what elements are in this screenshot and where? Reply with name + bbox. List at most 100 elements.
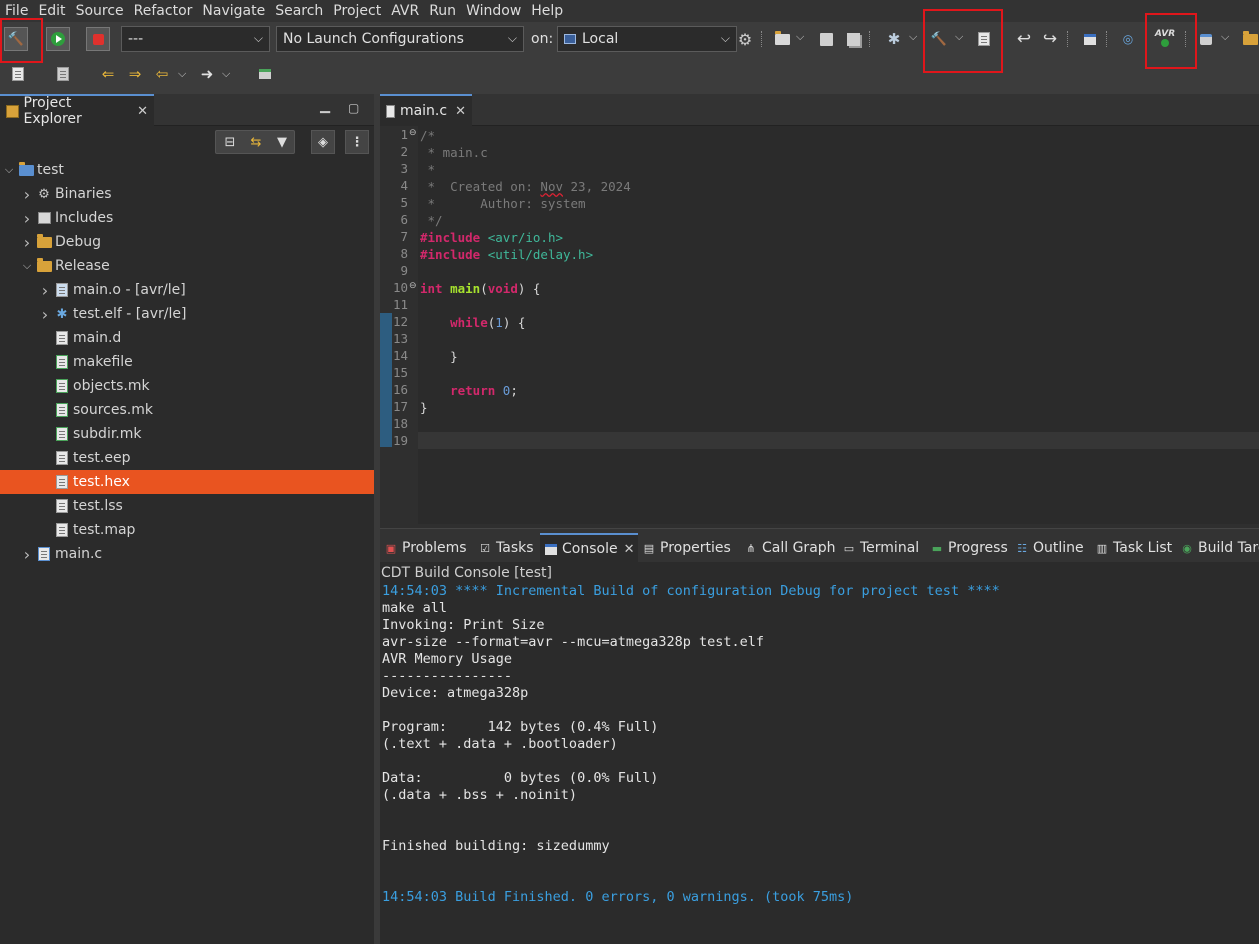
close-icon[interactable]: ✕ — [137, 104, 148, 119]
collapse-all-icon[interactable]: ⊟ — [218, 130, 242, 154]
launch-target-select[interactable]: Local ⌵ — [557, 26, 737, 52]
prev-annotation-icon[interactable]: ⇐ — [96, 62, 120, 86]
tree-item[interactable]: test.hex — [0, 470, 374, 494]
launch-config-select[interactable]: No Launch Configurations ⌵ — [276, 26, 524, 52]
collapsed-chevron-icon[interactable]: › — [20, 545, 34, 564]
save-all-icon[interactable] — [841, 27, 865, 51]
new-folder-icon[interactable] — [770, 27, 794, 51]
gear-icon[interactable]: ⚙ — [733, 27, 757, 51]
console-line: 14:54:03 Build Finished. 0 errors, 0 war… — [382, 889, 854, 905]
menu-window[interactable]: Window — [461, 0, 526, 22]
collapsed-chevron-icon[interactable]: › — [38, 305, 52, 324]
collapsed-chevron-icon[interactable]: › — [20, 209, 34, 228]
tree-item[interactable]: objects.mk — [0, 374, 374, 398]
console-view-icon[interactable] — [1078, 27, 1102, 51]
tree-item[interactable]: ⌵ test — [0, 158, 374, 182]
code-line: return 0; — [420, 382, 518, 399]
tab-problems[interactable]: ▣ Problems — [384, 535, 467, 561]
open-type-icon[interactable] — [1238, 27, 1259, 51]
minimize-icon[interactable]: ▁ — [320, 99, 330, 114]
link-with-editor-icon[interactable]: ⇆ — [244, 130, 268, 154]
tree-item[interactable]: › Includes — [0, 206, 374, 230]
save-icon[interactable] — [814, 27, 838, 51]
open-perspective-icon[interactable] — [253, 62, 277, 86]
tab-console[interactable]: Console ✕ — [540, 533, 639, 563]
close-icon[interactable]: ✕ — [455, 104, 466, 119]
expanded-chevron-icon[interactable]: ⌵ — [2, 163, 16, 177]
project-explorer-view: Project Explorer ✕ ▁ ▢ ⊟ ⇆ ▼ ◈ ⋮ ⌵ test › ⚙… — [0, 94, 374, 944]
back-arrow-icon[interactable]: ⇦ — [150, 62, 174, 86]
console-line: Finished building: sizedummy — [382, 838, 610, 854]
view-menu-icon[interactable]: ⋮ — [345, 130, 369, 154]
menu-navigate[interactable]: Navigate — [197, 0, 270, 22]
menu-refactor[interactable]: Refactor — [129, 0, 198, 22]
tab-callgraph[interactable]: ⋔ Call Graph — [744, 535, 835, 561]
collapsed-chevron-icon[interactable]: › — [20, 185, 34, 204]
chevron-down-icon[interactable]: ⌵ — [909, 30, 917, 44]
filter-icon[interactable]: ▼ — [270, 130, 294, 154]
tab-properties[interactable]: ▤ Properties — [642, 535, 731, 561]
tab-terminal[interactable]: ▭ Terminal — [842, 535, 919, 561]
undo-arrow-icon[interactable]: ↩ — [1012, 27, 1036, 51]
code-area[interactable]: /* * main.c * * Created on: Nov 23, 2024… — [380, 127, 1259, 523]
launch-mode-select[interactable]: --- ⌵ — [121, 26, 270, 52]
toggle-block-icon[interactable] — [51, 62, 75, 86]
chevron-down-icon[interactable]: ⌵ — [1221, 30, 1229, 44]
tree-item[interactable]: subdir.mk — [0, 422, 374, 446]
console-line: make all — [382, 600, 448, 616]
tree-item[interactable]: sources.mk — [0, 398, 374, 422]
chevron-down-icon[interactable]: ⌵ — [222, 67, 230, 81]
tab-tasklist[interactable]: ▥ Task List — [1095, 535, 1172, 561]
stop-icon[interactable] — [86, 27, 110, 51]
tree-item[interactable]: test.eep — [0, 446, 374, 470]
tree-item[interactable]: test.map — [0, 518, 374, 542]
tab-project-explorer[interactable]: Project Explorer ✕ — [0, 94, 154, 127]
expanded-chevron-icon[interactable]: ⌵ — [20, 259, 34, 273]
tab-main-c[interactable]: main.c ✕ — [380, 94, 472, 126]
run-launch-icon[interactable] — [46, 27, 70, 51]
collapsed-chevron-icon[interactable]: › — [20, 233, 34, 252]
c-file-icon — [386, 104, 395, 118]
tab-outline[interactable]: ☷ Outline — [1015, 535, 1084, 561]
tree-item[interactable]: test.lss — [0, 494, 374, 518]
next-annotation-icon[interactable]: ⇒ — [123, 62, 147, 86]
menu-avr[interactable]: AVR — [386, 0, 424, 22]
menu-help[interactable]: Help — [526, 0, 568, 22]
tree-item[interactable]: › ⚙ Binaries — [0, 182, 374, 206]
redo-arrow-icon[interactable]: ↪ — [1038, 27, 1062, 51]
code-token: * — [420, 162, 436, 177]
tree-item[interactable]: ⌵ Release — [0, 254, 374, 278]
tab-tasks[interactable]: ☑ Tasks — [478, 535, 533, 561]
tab-progress[interactable]: ▬ Progress — [930, 535, 1008, 561]
chevron-down-icon[interactable]: ⌵ — [796, 30, 804, 44]
forward-arrow-icon[interactable]: ➜ — [195, 62, 219, 86]
callgraph-icon: ⋔ — [746, 541, 756, 555]
console-output[interactable]: 14:54:03 **** Incremental Build of confi… — [380, 583, 1259, 943]
menu-search[interactable]: Search — [270, 0, 328, 22]
tree-item[interactable]: › Debug — [0, 230, 374, 254]
code-editor: main.c ✕ 1 ⊖ 2 3 4 5 6 7 8 9 10 ⊖ 11 12 13 14 15 16 17 18 19… — [380, 94, 1259, 524]
close-icon[interactable]: ✕ — [624, 542, 635, 557]
focus-icon[interactable]: ◈ — [311, 130, 335, 154]
tree-item-label: test.lss — [73, 498, 123, 514]
menu-project[interactable]: Project — [328, 0, 386, 22]
collapsed-chevron-icon[interactable]: › — [38, 281, 52, 300]
external-tools-icon[interactable] — [1194, 27, 1218, 51]
debug-bug-icon[interactable]: ✱ — [882, 27, 906, 51]
makefile-icon — [54, 402, 70, 418]
tree-item[interactable]: makefile — [0, 350, 374, 374]
tab-buildtargets[interactable]: ◉ Build Targ — [1180, 535, 1259, 561]
toggle-mark-icon[interactable] — [6, 62, 30, 86]
menu-run[interactable]: Run — [424, 0, 461, 22]
tree-item[interactable]: main.d — [0, 326, 374, 350]
tree-item[interactable]: › ✱ test.elf - [avr/le] — [0, 302, 374, 326]
chevron-down-icon[interactable]: ⌵ — [178, 67, 186, 81]
code-token: ) { — [502, 315, 526, 330]
tree-item[interactable]: › main.c — [0, 542, 374, 566]
menu-source[interactable]: Source — [71, 0, 129, 22]
maximize-icon[interactable]: ▢ — [348, 101, 359, 115]
search-icon[interactable]: ◎ — [1116, 27, 1140, 51]
tab-label: Build Targ — [1198, 540, 1259, 556]
tree-item[interactable]: › main.o - [avr/le] — [0, 278, 374, 302]
